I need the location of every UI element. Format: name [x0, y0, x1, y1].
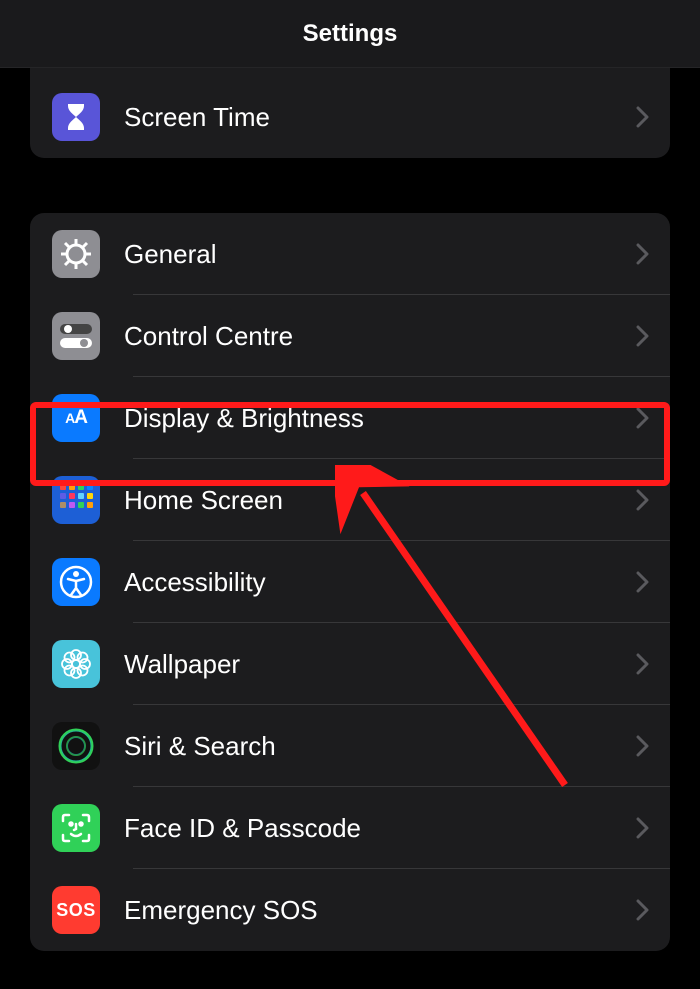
- chevron-right-icon: [636, 817, 650, 839]
- siri-icon: [52, 722, 100, 770]
- row-home-screen[interactable]: Home Screen: [30, 459, 670, 541]
- row-display-brightness[interactable]: AA Display & Brightness: [30, 377, 670, 459]
- row-label: General: [124, 239, 636, 270]
- row-accessibility[interactable]: Accessibility: [30, 541, 670, 623]
- row-label: Siri & Search: [124, 731, 636, 762]
- chevron-right-icon: [636, 407, 650, 429]
- row-label: Control Centre: [124, 321, 636, 352]
- face-id-icon: [52, 804, 100, 852]
- row-wallpaper[interactable]: Wallpaper: [30, 623, 670, 705]
- chevron-right-icon: [636, 489, 650, 511]
- settings-group-1: Screen Time: [30, 68, 670, 158]
- sos-icon: SOS: [52, 886, 100, 934]
- switches-icon: [52, 312, 100, 360]
- chevron-right-icon: [636, 735, 650, 757]
- row-label: Face ID & Passcode: [124, 813, 636, 844]
- row-label: Emergency SOS: [124, 895, 636, 926]
- settings-list: Screen Time General Control Centre AA Di…: [0, 68, 700, 971]
- row-label: Home Screen: [124, 485, 636, 516]
- row-screen-time[interactable]: Screen Time: [30, 76, 670, 158]
- chevron-right-icon: [636, 106, 650, 128]
- chevron-right-icon: [636, 571, 650, 593]
- hourglass-icon: [52, 93, 100, 141]
- page-title: Settings: [303, 20, 398, 48]
- header: Settings: [0, 0, 700, 68]
- row-siri-search[interactable]: Siri & Search: [30, 705, 670, 787]
- row-emergency-sos[interactable]: SOS Emergency SOS: [30, 869, 670, 951]
- row-label: Screen Time: [124, 102, 636, 133]
- chevron-right-icon: [636, 899, 650, 921]
- row-label: Wallpaper: [124, 649, 636, 680]
- gear-icon: [52, 230, 100, 278]
- row-face-id-passcode[interactable]: Face ID & Passcode: [30, 787, 670, 869]
- settings-group-2: General Control Centre AA Display & Brig…: [30, 213, 670, 951]
- row-control-centre[interactable]: Control Centre: [30, 295, 670, 377]
- row-general[interactable]: General: [30, 213, 670, 295]
- flower-icon: [52, 640, 100, 688]
- accessibility-icon: [52, 558, 100, 606]
- chevron-right-icon: [636, 325, 650, 347]
- text-size-icon: AA: [52, 394, 100, 442]
- app-grid-icon: [52, 476, 100, 524]
- row-label: Display & Brightness: [124, 403, 636, 434]
- row-label: Accessibility: [124, 567, 636, 598]
- chevron-right-icon: [636, 653, 650, 675]
- chevron-right-icon: [636, 243, 650, 265]
